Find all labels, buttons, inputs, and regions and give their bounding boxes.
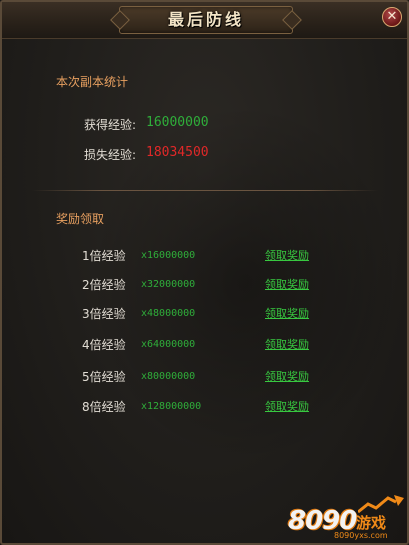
reward-multiplier-label: 8倍经验 [82,400,126,414]
reward-multiplier-label: 3倍经验 [82,307,126,321]
claim-reward-link[interactable]: 领取奖励 [265,277,309,293]
gained-exp-label: 获得经验: [84,118,137,132]
reward-row: 3倍经验 x48000000 领取奖励 [2,306,407,322]
game-dialog-window: 最后防线 ✕ 本次副本统计 获得经验: 16000000 损失经验: 18034… [0,0,409,545]
reward-row: 4倍经验 x64000000 领取奖励 [2,337,407,353]
claim-reward-link[interactable]: 领取奖励 [265,337,309,353]
reward-exp-amount: x64000000 [141,339,196,350]
stats-section-title: 本次副本统计 [56,75,129,89]
reward-exp-amount: x16000000 [141,250,196,261]
reward-multiplier-label: 1倍经验 [82,249,126,263]
reward-multiplier-label: 5倍经验 [82,370,126,384]
dialog-title-bar: 最后防线 ✕ [2,2,407,39]
rewards-section-title: 奖励领取 [56,212,105,226]
section-divider [32,190,378,191]
claim-reward-link[interactable]: 领取奖励 [265,369,309,385]
title-plate: 最后防线 [119,6,293,34]
claim-reward-link[interactable]: 领取奖励 [265,248,309,264]
reward-exp-amount: x48000000 [141,308,196,319]
trend-arrow-icon [358,495,404,514]
reward-row: 1倍经验 x16000000 领取奖励 [2,248,407,264]
reward-row: 2倍经验 x32000000 领取奖励 [2,277,407,293]
watermark-text: 游戏 [356,514,387,532]
reward-row: 5倍经验 x80000000 领取奖励 [2,369,407,385]
dialog-title: 最后防线 [167,10,244,29]
reward-multiplier-label: 4倍经验 [82,338,126,352]
gained-exp-value: 16000000 [146,115,209,130]
lost-exp-value: 18034500 [146,145,209,160]
reward-exp-amount: x128000000 [141,401,202,412]
claim-reward-link[interactable]: 领取奖励 [265,399,309,415]
lost-exp-label: 损失经验: [84,148,137,162]
claim-reward-link[interactable]: 领取奖励 [265,306,309,322]
site-watermark-logo: 8090 游戏 8090yxs.com [288,494,406,543]
reward-exp-amount: x32000000 [141,279,196,290]
reward-row: 8倍经验 x128000000 领取奖励 [2,399,407,415]
close-button[interactable]: ✕ [382,7,402,27]
reward-exp-amount: x80000000 [141,371,196,382]
watermark-url: 8090yxs.com [334,531,388,540]
reward-multiplier-label: 2倍经验 [82,278,126,292]
